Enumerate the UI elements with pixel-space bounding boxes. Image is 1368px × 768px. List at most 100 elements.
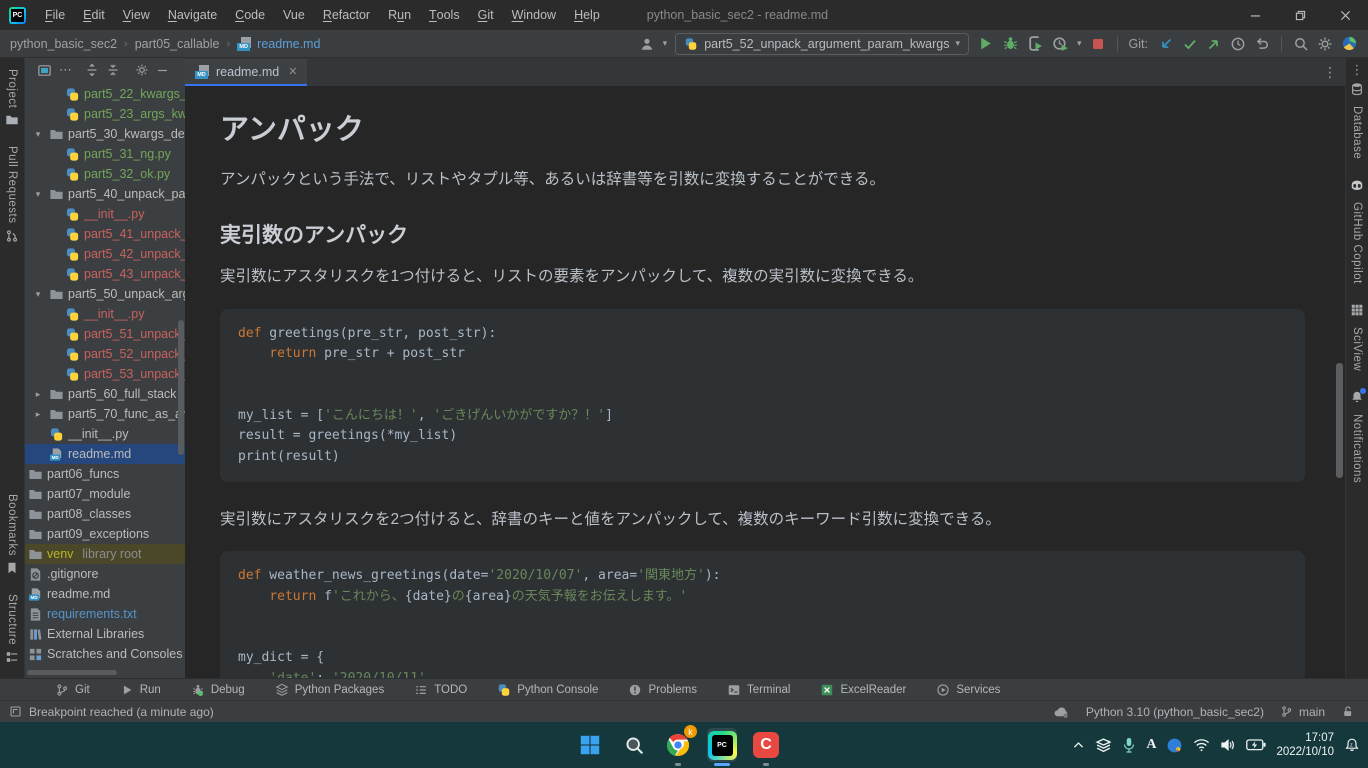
tree-item-part5-52-unpack-an[interactable]: part5_52_unpack_an	[25, 344, 185, 364]
tree-item-part5-43-unpack-pa[interactable]: part5_43_unpack_pa	[25, 264, 185, 284]
tree-item-part08-classes[interactable]: part08_classes	[25, 504, 185, 524]
toolwindow-excelreader[interactable]: ExcelReader	[820, 683, 906, 697]
chevron-right-icon[interactable]: ▸	[31, 409, 45, 420]
more-icon[interactable]: ⋮	[1351, 62, 1364, 78]
menu-vue[interactable]: Vue	[274, 0, 314, 30]
ime-indicator[interactable]: A	[1146, 737, 1156, 753]
overflow-dots-icon[interactable]: ⋯	[59, 62, 72, 78]
clock-widget[interactable]: 17:07 2022/10/10	[1276, 731, 1334, 760]
volume-icon[interactable]	[1220, 738, 1236, 752]
project-vertical-scrollbar[interactable]	[178, 320, 184, 455]
settings-gear-icon[interactable]	[1317, 36, 1333, 52]
commit-button[interactable]	[1182, 36, 1198, 52]
menu-tools[interactable]: Tools	[420, 0, 469, 30]
sidebar-item-structure[interactable]: Structure	[5, 589, 19, 664]
tree-item-part5-50-unpack-argun[interactable]: ▾part5_50_unpack_argun	[25, 284, 185, 304]
chrome-taskbar-button[interactable]: k	[663, 728, 693, 762]
drive-sphere-icon[interactable]	[1166, 737, 1183, 754]
tree-item--gitignore[interactable]: .gitignore	[25, 564, 185, 584]
tree-item-part5-30-kwargs-defaul[interactable]: ▾part5_30_kwargs_defaul	[25, 124, 185, 144]
tree-item-part5-70-func-as-arg[interactable]: ▸part5_70_func_as_arg	[25, 404, 185, 424]
panel-settings-gear-icon[interactable]	[135, 63, 149, 77]
wifi-icon[interactable]	[1193, 738, 1210, 752]
menu-edit[interactable]: Edit	[74, 0, 114, 30]
collapse-all-icon[interactable]	[106, 63, 120, 77]
toolwindow-todo[interactable]: TODO	[414, 683, 467, 697]
tree-item-part5-23-args-kwarg[interactable]: part5_23_args_kwarg	[25, 104, 185, 124]
tab-readme[interactable]: MD readme.md ✕	[185, 59, 307, 86]
rollback-button[interactable]	[1254, 36, 1270, 52]
tree-item-part09-exceptions[interactable]: part09_exceptions	[25, 524, 185, 544]
search-everywhere-icon[interactable]	[1293, 36, 1309, 52]
battery-icon[interactable]	[1246, 739, 1266, 751]
sidebar-item-database[interactable]: Database	[1350, 82, 1364, 164]
sidebar-item-notifications[interactable]: Notifications	[1350, 390, 1364, 488]
tree-item-readme-md[interactable]: MDreadme.md	[25, 444, 185, 464]
sidebar-item-sciview[interactable]: SciView	[1350, 303, 1364, 376]
toolwindow-debug[interactable]: Debug	[191, 683, 245, 697]
vcs-update-button[interactable]	[1158, 36, 1174, 52]
microphone-icon[interactable]	[1122, 737, 1136, 753]
menu-window[interactable]: Window	[503, 0, 565, 30]
history-button[interactable]	[1230, 36, 1246, 52]
tree-item--init-py[interactable]: __init__.py	[25, 304, 185, 324]
tree-item-part5-32-ok-py[interactable]: part5_32_ok.py	[25, 164, 185, 184]
tree-item-venv[interactable]: venvlibrary root	[25, 544, 185, 564]
chevron-down-icon[interactable]: ▾	[31, 289, 45, 300]
project-horizontal-scrollbar[interactable]	[27, 670, 117, 675]
tree-item-readme-md[interactable]: MDreadme.md	[25, 584, 185, 604]
tree-item-part07-module[interactable]: part07_module	[25, 484, 185, 504]
tree-item--init-py[interactable]: __init__.py	[25, 204, 185, 224]
toolwindow-python-console[interactable]: Python Console	[497, 683, 598, 697]
tree-item-part5-40-unpack-param[interactable]: ▾part5_40_unpack_param	[25, 184, 185, 204]
tray-chevron-up-icon[interactable]	[1072, 739, 1085, 752]
editor-scrollbar[interactable]	[1336, 363, 1343, 478]
profiler-button[interactable]	[1052, 35, 1069, 52]
expand-all-icon[interactable]	[85, 63, 99, 77]
tree-item-part5-60-full-stack[interactable]: ▸part5_60_full_stack	[25, 384, 185, 404]
status-message[interactable]: Breakpoint reached (a minute ago)	[29, 705, 214, 719]
pycharm-taskbar-button[interactable]: PC	[707, 728, 737, 762]
sidebar-item-bookmarks[interactable]: Bookmarks	[5, 489, 19, 575]
tree-item-requirements-txt[interactable]: requirements.txt	[25, 604, 185, 624]
push-button[interactable]	[1206, 36, 1222, 52]
menu-view[interactable]: View	[114, 0, 159, 30]
close-button[interactable]	[1323, 0, 1368, 30]
profiler-dropdown-icon[interactable]: ▾	[1077, 38, 1082, 49]
tree-item-part06-funcs[interactable]: part06_funcs	[25, 464, 185, 484]
stop-button[interactable]	[1090, 36, 1106, 52]
toolwindow-problems[interactable]: Problems	[628, 683, 697, 697]
toolwindow-git[interactable]: Git	[55, 683, 90, 697]
menu-refactor[interactable]: Refactor	[314, 0, 379, 30]
menu-help[interactable]: Help	[565, 0, 609, 30]
breadcrumb-item[interactable]: python_basic_sec2	[10, 37, 117, 51]
menu-git[interactable]: Git	[469, 0, 503, 30]
lock-icon[interactable]	[1341, 705, 1354, 718]
menu-file[interactable]: File	[36, 0, 74, 30]
toolwindow-services[interactable]: Services	[936, 683, 1000, 697]
tree-item-external-libraries[interactable]: External Libraries	[25, 624, 185, 644]
camtasia-taskbar-button[interactable]: C	[751, 728, 781, 762]
tree-item-part5-51-unpack-an[interactable]: part5_51_unpack_an	[25, 324, 185, 344]
editor-options-icon[interactable]: ⋮	[1323, 64, 1337, 81]
sidebar-item-pull-requests[interactable]: Pull Requests	[5, 141, 19, 242]
toolwindow-terminal[interactable]: Terminal	[727, 683, 790, 697]
chevron-down-icon[interactable]: ▾	[31, 189, 45, 200]
select-opened-file-icon[interactable]	[37, 63, 52, 78]
tree-item-part5-22-kwargs-sa[interactable]: part5_22_kwargs_sa	[25, 84, 185, 104]
chevron-down-icon[interactable]: ▾	[31, 129, 45, 140]
menu-code[interactable]: Code	[226, 0, 274, 30]
sidebar-item-github-copilot[interactable]: GitHub Copilot	[1350, 178, 1364, 289]
tree-item-scratches-and-consoles[interactable]: Scratches and Consoles	[25, 644, 185, 664]
run-with-coverage-button[interactable]	[1027, 35, 1044, 52]
menu-run[interactable]: Run	[379, 0, 420, 30]
run-configuration-select[interactable]: part5_52_unpack_argument_param_kwargs ▾	[675, 33, 969, 55]
tree-item--init-py[interactable]: __init__.py	[25, 424, 185, 444]
cloud-sync-icon[interactable]	[1053, 705, 1070, 719]
tab-close-icon[interactable]: ✕	[288, 65, 297, 78]
breadcrumb-item[interactable]: part05_callable	[135, 37, 220, 51]
interpreter-widget[interactable]: Python 3.10 (python_basic_sec2)	[1086, 705, 1264, 719]
breadcrumb-current-file[interactable]: MDreadme.md	[237, 37, 320, 51]
toolwindow-python-packages[interactable]: Python Packages	[275, 683, 385, 697]
menu-navigate[interactable]: Navigate	[159, 0, 226, 30]
